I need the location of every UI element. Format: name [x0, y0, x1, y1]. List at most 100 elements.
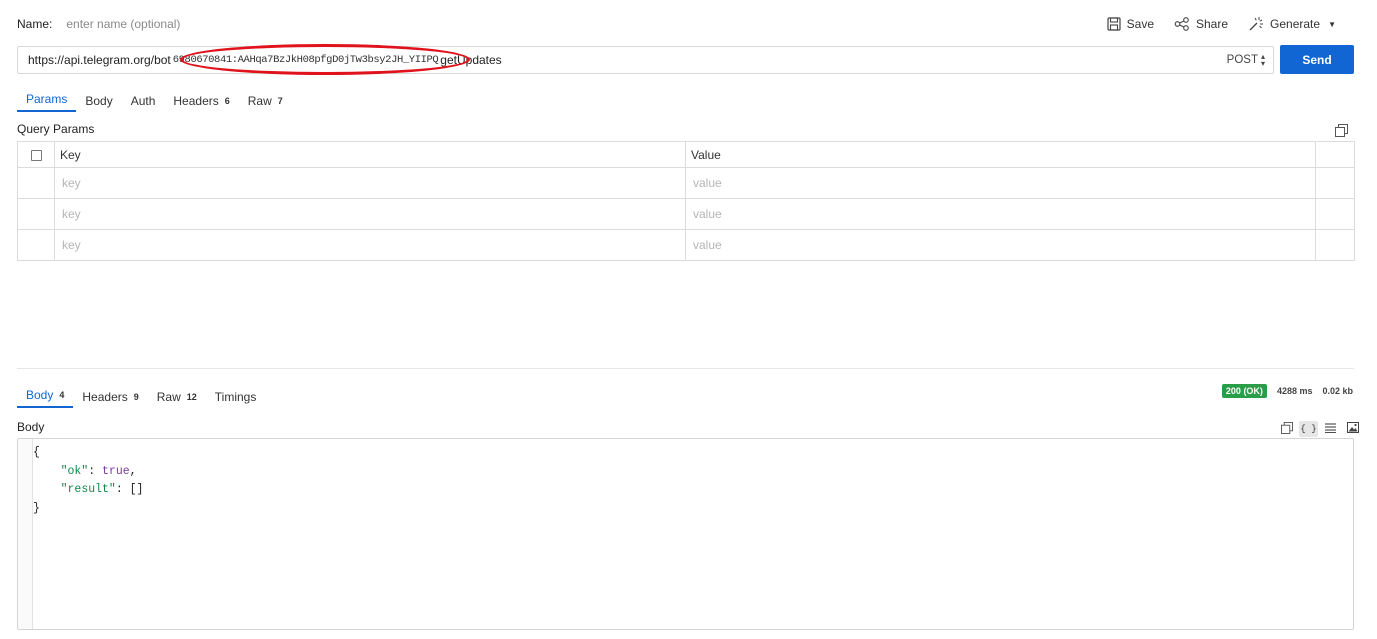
json-value-result: []: [129, 483, 144, 496]
response-size: 0.02 kb: [1322, 386, 1353, 396]
copy-response-button[interactable]: [1277, 421, 1296, 437]
row-check-cell: [17, 229, 55, 261]
value-header: Value: [685, 141, 1316, 168]
tab-response-timings[interactable]: Timings: [206, 390, 266, 408]
response-status-row: 200 (OK) 4288 ms 0.02 kb: [1221, 384, 1353, 398]
json-key-ok: "ok": [60, 464, 89, 478]
tab-label: Headers: [82, 390, 128, 404]
panel-divider[interactable]: [17, 368, 1354, 369]
tab-label: Params: [26, 92, 68, 106]
table-row: [17, 198, 1355, 230]
value-input[interactable]: [693, 207, 1315, 221]
query-params-table: Key Value: [17, 141, 1355, 261]
key-input[interactable]: [62, 238, 685, 252]
value-input[interactable]: [693, 176, 1315, 190]
preview-view-button[interactable]: [1343, 421, 1362, 437]
tab-label: Auth: [130, 94, 156, 108]
response-time: 4288 ms: [1276, 386, 1313, 396]
key-input[interactable]: [62, 176, 685, 190]
tab-response-headers[interactable]: Headers 9: [73, 390, 147, 408]
top-actions: Save Share Generate ▼: [1107, 16, 1336, 32]
select-all-cell: [17, 141, 55, 168]
tab-count: 7: [277, 96, 283, 106]
value-cell: [685, 167, 1316, 199]
text-view-button[interactable]: [1321, 421, 1340, 437]
tab-raw[interactable]: Raw 7: [239, 94, 292, 112]
json-value-ok: true: [102, 464, 130, 478]
method-value: POST: [1226, 53, 1258, 66]
magic-wand-icon: [1248, 16, 1264, 32]
save-icon: [1107, 17, 1121, 31]
body-view-tools: { }: [1277, 421, 1362, 437]
tab-response-body[interactable]: Body 4: [17, 388, 74, 408]
generate-label: Generate: [1270, 17, 1321, 31]
generate-button[interactable]: Generate ▼: [1248, 16, 1336, 32]
tab-count: 6: [224, 96, 230, 106]
tab-count: 12: [186, 392, 197, 402]
url-suffix: getUpdates: [440, 52, 502, 67]
tab-response-raw[interactable]: Raw 12: [148, 390, 206, 408]
json-key-result: "result": [60, 483, 116, 496]
url-bot-token: 6980670841:AAHqa7BzJkH08pfgD0jTw3bsy2JH_…: [172, 53, 439, 66]
tab-params[interactable]: Params: [17, 92, 77, 112]
share-icon: [1174, 17, 1190, 31]
share-button[interactable]: Share: [1174, 17, 1228, 31]
select-all-checkbox[interactable]: [30, 149, 42, 161]
lines-icon: [1325, 422, 1336, 436]
key-cell: [54, 229, 686, 261]
tab-count: 4: [59, 390, 65, 400]
tab-label: Raw: [247, 94, 272, 108]
actions-header: [1315, 141, 1355, 168]
copy-icon[interactable]: [1335, 124, 1348, 140]
table-row: [17, 167, 1355, 199]
response-body-viewer[interactable]: { "ok": true, "result": [] }: [17, 438, 1354, 630]
table-row: [17, 229, 1355, 261]
save-label: Save: [1126, 17, 1154, 31]
response-tabs: Body 4 Headers 9 Raw 12 Timings: [17, 388, 265, 408]
tab-label: Body: [85, 94, 113, 108]
tab-label: Timings: [214, 390, 257, 404]
braces-icon: { }: [1300, 424, 1317, 434]
row-actions-cell: [1315, 198, 1355, 230]
value-input[interactable]: [693, 238, 1315, 252]
key-cell: [54, 198, 686, 230]
json-open-brace: {: [33, 446, 40, 459]
url-input[interactable]: https://api.telegram.org/bot 6980670841:A…: [17, 43, 1274, 75]
table-header-row: Key Value: [17, 141, 1355, 168]
json-view-button[interactable]: { }: [1299, 421, 1318, 437]
value-cell: [685, 198, 1316, 230]
sort-arrows-icon: ▴ ▾: [1260, 51, 1265, 68]
tab-label: Body: [26, 388, 54, 402]
tab-count: 9: [133, 392, 139, 402]
row-check-cell: [17, 198, 55, 230]
tab-label: Headers: [173, 94, 219, 108]
code-gutter: [18, 439, 33, 629]
save-button[interactable]: Save: [1107, 17, 1154, 31]
copy-icon: [1280, 421, 1293, 437]
tab-body[interactable]: Body: [76, 94, 121, 112]
tab-label: Raw: [156, 390, 181, 404]
json-close-brace: }: [33, 501, 40, 515]
share-label: Share: [1196, 17, 1229, 31]
row-actions-cell: [1315, 167, 1355, 199]
key-cell: [54, 167, 686, 199]
request-name-bar: Name: Save Share Generate ▼: [17, 14, 1354, 34]
chevron-down-icon: ▼: [1328, 19, 1336, 29]
method-select[interactable]: POST ▴ ▾: [1226, 51, 1265, 68]
url-prefix: https://api.telegram.org/bot: [28, 52, 171, 67]
key-header: Key: [54, 141, 686, 168]
row-check-cell: [17, 167, 55, 199]
name-input[interactable]: [66, 17, 367, 31]
url-row: https://api.telegram.org/bot 6980670841:A…: [17, 43, 1354, 75]
status-badge: 200 (OK): [1221, 384, 1267, 398]
response-body-title: Body: [17, 420, 45, 434]
name-label: Name:: [17, 17, 53, 31]
row-actions-cell: [1315, 229, 1355, 261]
key-input[interactable]: [62, 207, 685, 221]
tab-headers[interactable]: Headers 6: [164, 94, 238, 112]
image-icon: [1346, 422, 1359, 436]
send-button[interactable]: Send: [1280, 45, 1354, 74]
value-cell: [685, 229, 1316, 261]
tab-auth[interactable]: Auth: [122, 94, 165, 112]
query-params-title: Query Params: [17, 122, 95, 136]
